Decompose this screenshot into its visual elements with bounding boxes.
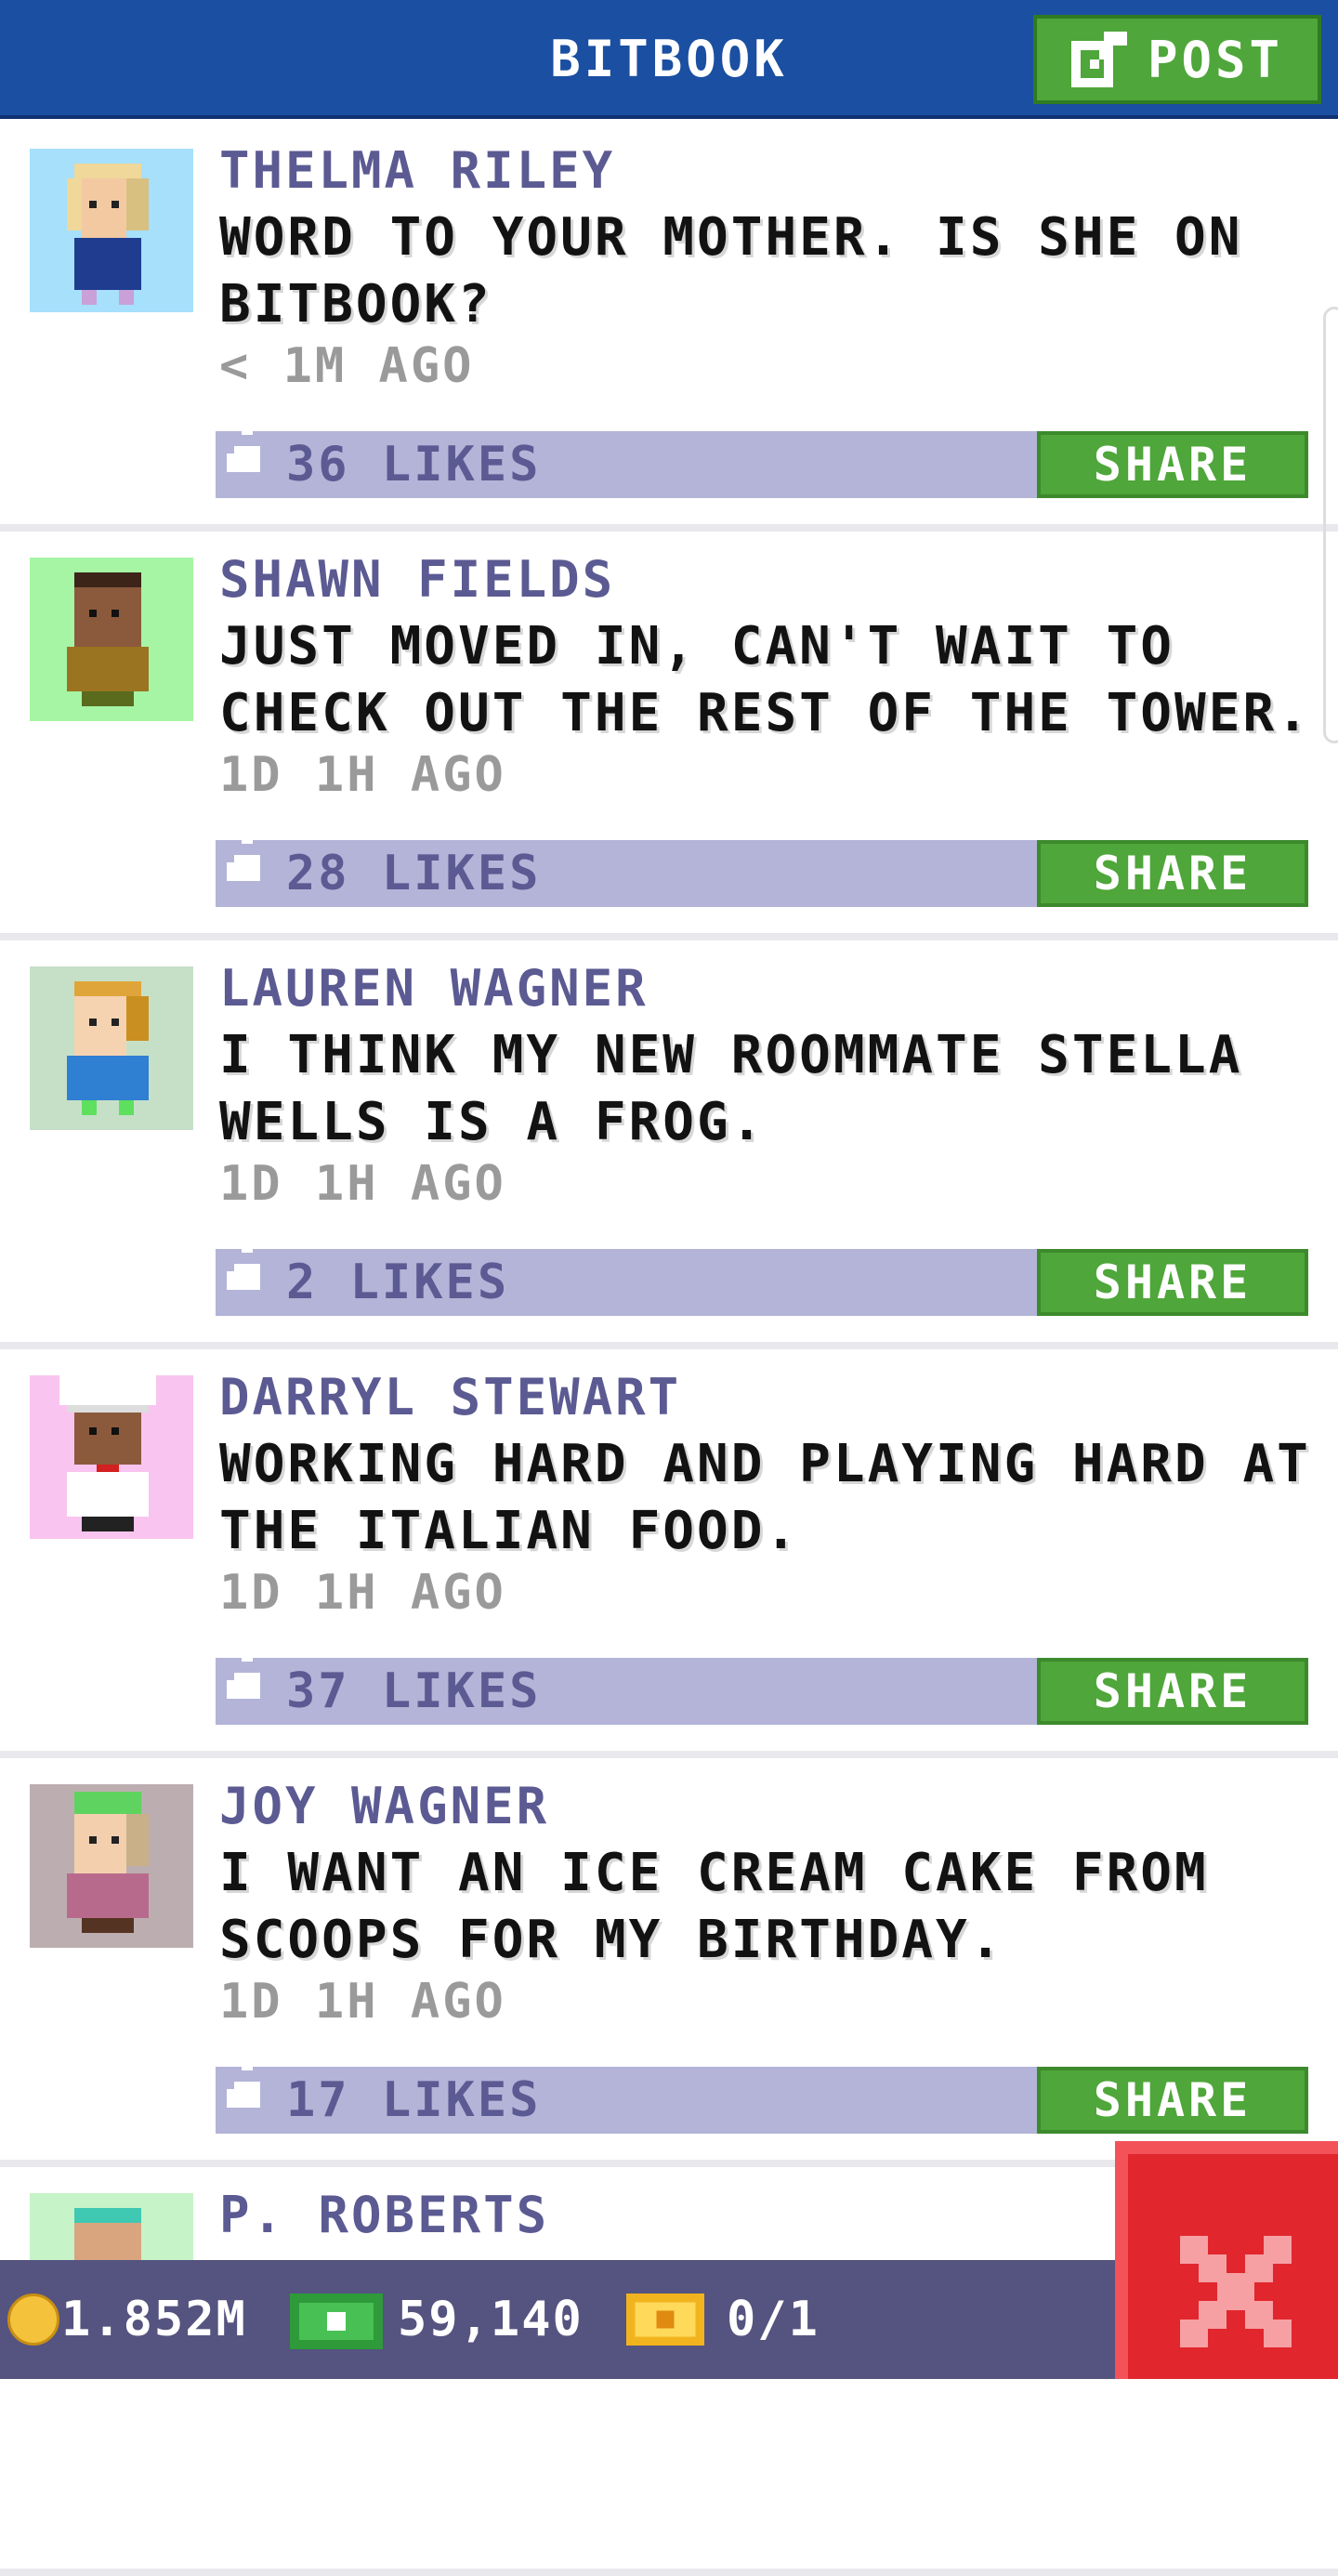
share-button[interactable]: SHARE bbox=[1037, 1658, 1308, 1725]
feed-post: DARRYL STEWART WORKING HARD AND PLAYING … bbox=[0, 1349, 1338, 1758]
share-button[interactable]: SHARE bbox=[1037, 1249, 1308, 1316]
feed-post: THELMA RILEY WORD TO YOUR MOTHER. IS SHE… bbox=[0, 123, 1338, 532]
coin-icon bbox=[7, 2293, 59, 2346]
post-author[interactable]: THELMA RILEY bbox=[219, 141, 615, 200]
avatar[interactable] bbox=[30, 558, 193, 721]
post-author[interactable]: JOY WAGNER bbox=[219, 1777, 549, 1835]
app-header: BITBOOK POST bbox=[0, 0, 1338, 119]
like-bar[interactable]: 17 LIKES SHARE bbox=[216, 2052, 1308, 2134]
thumbs-up-icon bbox=[227, 825, 260, 881]
share-button[interactable]: SHARE bbox=[1037, 431, 1308, 498]
post-author[interactable]: SHAWN FIELDS bbox=[219, 550, 615, 609]
thumbs-up-icon bbox=[227, 1643, 260, 1699]
thumbs-up-icon bbox=[227, 2052, 260, 2108]
post-timestamp: 1D 1H AGO bbox=[219, 1156, 506, 1212]
thumbs-up-icon bbox=[227, 416, 260, 472]
post-author[interactable]: LAUREN WAGNER bbox=[219, 959, 649, 1018]
bux-value: 59,140 bbox=[398, 2292, 584, 2347]
post-timestamp: < 1M AGO bbox=[219, 338, 475, 394]
post-message: JUST MOVED IN, CAN'T WAIT TO CHECK OUT T… bbox=[219, 616, 1311, 743]
post-button-label: POST bbox=[1147, 30, 1284, 89]
feed-post: JOY WAGNER I WANT AN ICE CREAM CAKE FROM… bbox=[0, 1758, 1338, 2167]
like-count: 36 LIKES bbox=[286, 437, 542, 493]
like-bar[interactable]: 2 LIKES SHARE bbox=[216, 1234, 1308, 1316]
like-count: 28 LIKES bbox=[286, 846, 542, 901]
share-button[interactable]: SHARE bbox=[1037, 2067, 1308, 2134]
avatar[interactable] bbox=[30, 966, 193, 1130]
like-bar[interactable]: 28 LIKES SHARE bbox=[216, 825, 1308, 907]
post-timestamp: 1D 1H AGO bbox=[219, 1565, 506, 1621]
tickets-value: 0/1 bbox=[727, 2292, 820, 2347]
close-icon bbox=[1180, 2236, 1292, 2347]
bux-icon bbox=[290, 2293, 383, 2349]
post-button[interactable]: POST bbox=[1033, 15, 1321, 104]
like-count: 2 LIKES bbox=[286, 1255, 510, 1310]
share-button[interactable]: SHARE bbox=[1037, 840, 1308, 907]
feed-post: LAUREN WAGNER I THINK MY NEW ROOMMATE ST… bbox=[0, 940, 1338, 1349]
thumbs-up-icon bbox=[227, 1234, 260, 1290]
avatar-figure-icon bbox=[67, 164, 149, 305]
avatar-figure-icon bbox=[67, 981, 149, 1115]
avatar-figure-icon bbox=[67, 1792, 149, 1933]
post-author[interactable]: DARRYL STEWART bbox=[219, 1368, 681, 1426]
like-count: 37 LIKES bbox=[286, 1663, 542, 1719]
post-message: I WANT AN ICE CREAM CAKE FROM SCOOPS FOR… bbox=[219, 1843, 1209, 1970]
close-button[interactable] bbox=[1115, 2141, 1338, 2379]
post-timestamp: 1D 1H AGO bbox=[219, 1974, 506, 2030]
post-timestamp: 1D 1H AGO bbox=[219, 747, 506, 803]
post-author[interactable]: P. ROBERTS bbox=[219, 2186, 549, 2244]
like-bar[interactable]: 36 LIKES SHARE bbox=[216, 416, 1308, 498]
post-message: I THINK MY NEW ROOMMATE STELLA WELLS IS … bbox=[219, 1025, 1243, 1152]
ticket-icon bbox=[626, 2293, 704, 2346]
avatar[interactable] bbox=[30, 1784, 193, 1948]
scrollbar[interactable] bbox=[1323, 307, 1338, 743]
avatar[interactable] bbox=[30, 1375, 193, 1539]
avatar-figure-icon bbox=[59, 1375, 156, 1531]
like-count: 17 LIKES bbox=[286, 2072, 542, 2128]
avatar-figure-icon bbox=[67, 572, 149, 706]
compose-icon bbox=[1070, 32, 1127, 87]
avatar[interactable] bbox=[30, 149, 193, 312]
post-message: WORKING HARD AND PLAYING HARD AT THE ITA… bbox=[219, 1434, 1311, 1561]
like-bar[interactable]: 37 LIKES SHARE bbox=[216, 1643, 1308, 1725]
coins-value: 1.852M bbox=[61, 2292, 247, 2347]
post-message: WORD TO YOUR MOTHER. IS SHE ON BITBOOK? bbox=[219, 207, 1243, 335]
feed-post: SHAWN FIELDS JUST MOVED IN, CAN'T WAIT T… bbox=[0, 532, 1338, 940]
